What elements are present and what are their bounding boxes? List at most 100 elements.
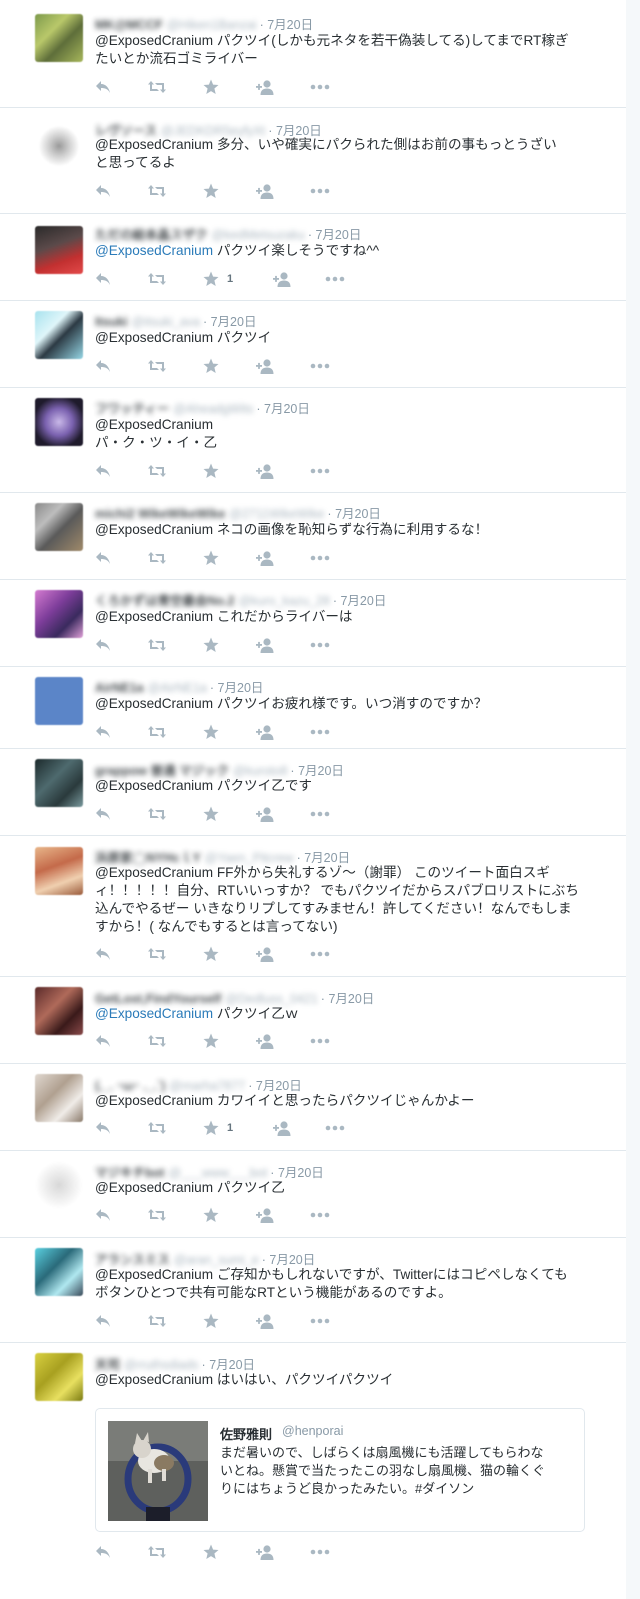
tweet-date[interactable]: 7月20日 [315,228,361,242]
user-handle[interactable]: @itsuki_ava [132,315,200,329]
retweet-button[interactable] [147,182,167,200]
favorite-button[interactable] [203,1032,219,1050]
retweet-button[interactable] [147,723,167,741]
tweet[interactable]: 浜原家◯NYHcｌY @Yaen_Pitcrew · 7月20日 @ExposedC… [0,836,626,977]
tweet-date[interactable]: 7月20日 [304,851,350,865]
display-name[interactable]: GetLost,FindYourself [95,992,221,1006]
avatar[interactable] [35,677,83,725]
tweet[interactable]: Itsuki @itsuki_ava · 7月20日 @ExposedCranium… [0,301,626,388]
avatar[interactable] [35,226,83,274]
tweet-date[interactable]: 7月20日 [269,1253,315,1267]
reply-button[interactable] [95,549,111,567]
favorite-button[interactable] [203,1312,219,1330]
tweet[interactable]: くろかずは青空最会No.2 @kuro_kazu_28 · 7月20日 @Expos… [0,580,626,667]
mention[interactable]: @ExposedCranium [95,33,213,48]
follow-button[interactable] [256,462,276,480]
favorite-button[interactable]: 1 [203,270,233,288]
reply-button[interactable] [95,1119,111,1137]
avatar[interactable] [35,1248,83,1296]
follow-button[interactable] [256,182,276,200]
follow-button[interactable] [256,723,276,741]
favorite-button[interactable] [203,462,219,480]
tweet[interactable]: grappow 普通 マジック @kuroto8 · 7月20日 @ExposedC… [0,749,626,836]
avatar[interactable] [35,1161,83,1209]
tweet[interactable]: michi2 WikeWikeWike @2711WikeWike · 7月20日 … [0,493,626,580]
more-button[interactable] [310,1543,330,1561]
follow-button[interactable] [256,636,276,654]
retweet-button[interactable] [147,1543,167,1561]
quoted-tweet-image[interactable] [108,1421,208,1521]
display-name[interactable]: Itsuki [95,315,128,329]
favorite-button[interactable] [203,182,219,200]
reply-button[interactable] [95,270,111,288]
avatar[interactable] [35,311,83,359]
follow-button[interactable] [256,1312,276,1330]
more-button[interactable] [325,1119,345,1137]
tweet-date[interactable]: 7月20日 [335,507,381,521]
display-name[interactable]: MK@MCCF [95,18,163,32]
tweet-date[interactable]: 7月20日 [328,992,374,1006]
avatar[interactable] [35,398,83,446]
tweet-date[interactable]: 7月20日 [278,1166,324,1180]
user-handle[interactable]: @kuroto8 [233,764,287,778]
mention[interactable]: @ExposedCranium [95,137,213,152]
avatar[interactable] [35,122,83,170]
reply-button[interactable] [95,1312,111,1330]
user-handle[interactable]: @marha7877 [169,1079,245,1093]
quoted-user-handle[interactable]: @henporai [282,1424,343,1438]
user-handle[interactable]: @___www___bot [168,1166,267,1180]
mention[interactable]: @ExposedCranium [95,1267,213,1282]
mention[interactable]: @ExposedCranium [95,696,213,711]
follow-button[interactable] [256,1543,276,1561]
mention[interactable]: @ExposedCranium [95,1180,213,1195]
more-button[interactable] [310,1206,330,1224]
display-name[interactable]: ただの絵本晶スザク [95,224,208,243]
retweet-button[interactable] [147,1206,167,1224]
user-handle[interactable]: @kuro_kazu_28 [239,594,330,608]
display-name[interactable]: AirNE1a [95,681,144,695]
reply-button[interactable] [95,1032,111,1050]
more-button[interactable] [310,805,330,823]
avatar[interactable] [35,1353,83,1401]
more-button[interactable] [310,636,330,654]
tweet-date[interactable]: 7月20日 [256,1079,302,1093]
more-button[interactable] [310,1312,330,1330]
quoted-tweet-card[interactable]: 佐野雅則 @henporai まだ暑いので、しばらくは扇風機にも活躍してもらわな… [95,1408,585,1532]
mention[interactable]: @ExposedCranium [95,1093,213,1108]
mention[interactable]: @ExposedCranium [95,1372,213,1387]
display-name[interactable]: フワッティー [95,398,169,417]
more-button[interactable] [310,357,330,375]
tweet[interactable]: ただの絵本晶スザク @kedMetsuzaku · 7月20日 @ExposedCr… [0,214,626,301]
mention[interactable]: @ExposedCranium [95,609,213,624]
avatar[interactable] [35,847,83,895]
follow-button[interactable] [256,945,276,963]
retweet-button[interactable] [147,78,167,96]
tweet[interactable]: (._. ･ω･ ._.`) @marha7877 · 7月20日 @Exposed… [0,1064,626,1151]
favorite-button[interactable] [203,1206,219,1224]
favorite-button[interactable] [203,549,219,567]
user-handle[interactable]: @Dedluss_0421 [225,992,318,1006]
user-handle[interactable]: @AirNE1a [148,681,207,695]
reply-button[interactable] [95,357,111,375]
reply-button[interactable] [95,723,111,741]
follow-button[interactable] [256,1206,276,1224]
avatar[interactable] [35,14,83,62]
favorite-button[interactable] [203,945,219,963]
mention[interactable]: @ExposedCranium [95,417,213,432]
retweet-button[interactable] [147,805,167,823]
user-handle[interactable]: @kedMetsuzaku [212,228,305,242]
reply-button[interactable] [95,182,111,200]
avatar[interactable] [35,1074,83,1122]
tweet-date[interactable]: 7月20日 [218,681,264,695]
follow-button[interactable] [256,549,276,567]
tweet[interactable]: MK@MCCF @Hiken1Banzai · 7月20日 @ExposedCran… [0,0,626,108]
favorite-button[interactable] [203,805,219,823]
reply-button[interactable] [95,1543,111,1561]
retweet-button[interactable] [147,1312,167,1330]
more-button[interactable] [310,182,330,200]
retweet-button[interactable] [147,636,167,654]
display-name[interactable]: くろかずは青空最会No.2 [95,590,235,609]
retweet-button[interactable] [147,945,167,963]
follow-button[interactable] [256,1032,276,1050]
more-button[interactable] [325,270,345,288]
